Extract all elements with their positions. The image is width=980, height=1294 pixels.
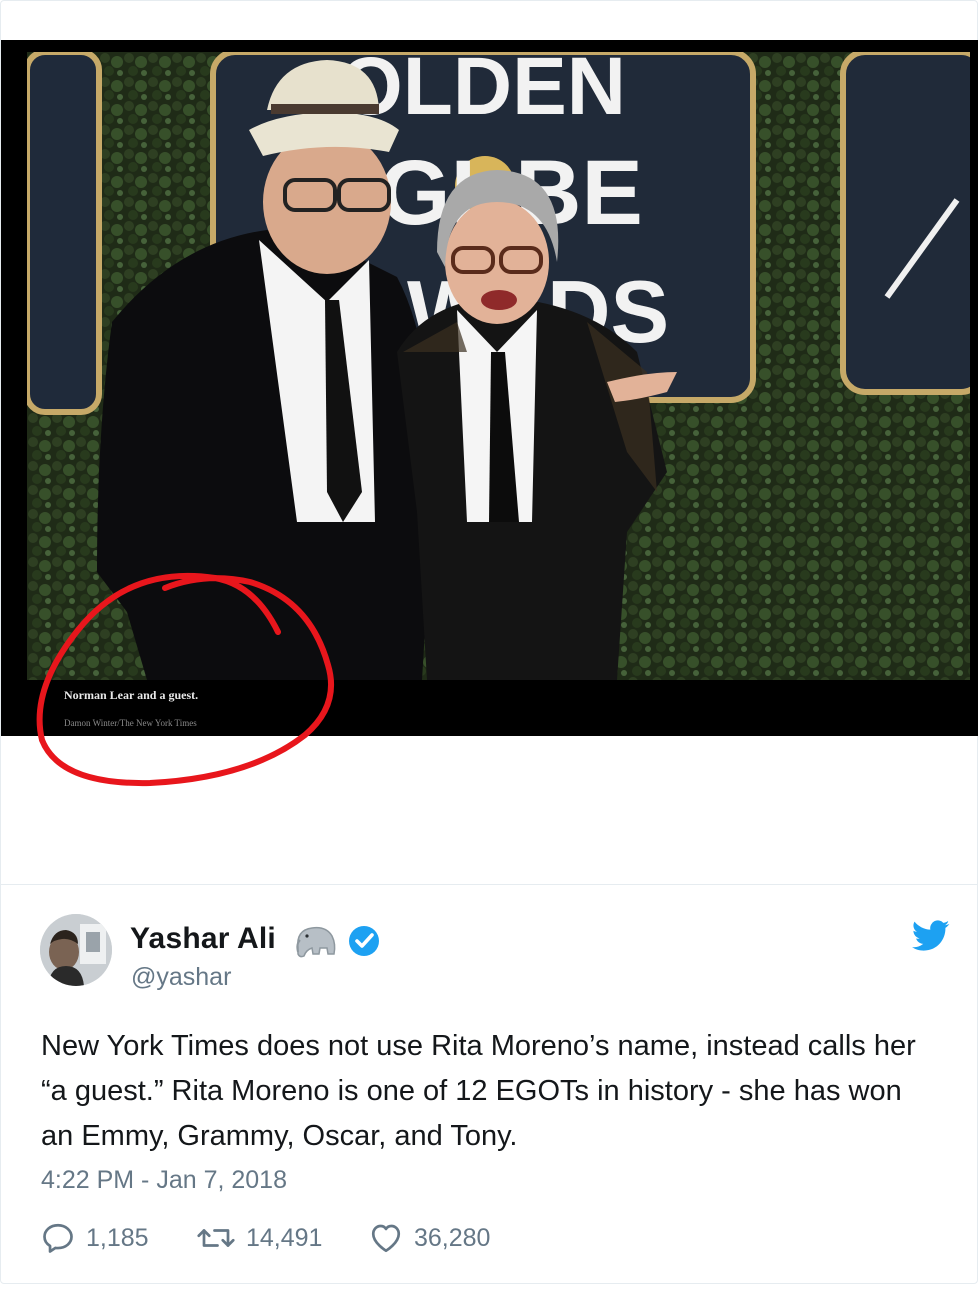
name-badges xyxy=(294,920,384,960)
tweet-photo[interactable]: OLDEN GL BE W DS xyxy=(1,40,978,736)
reply-count: 1,185 xyxy=(86,1223,149,1252)
photo-credit: Damon Winter/The New York Times xyxy=(64,718,197,728)
reply-button[interactable]: 1,185 xyxy=(40,1220,149,1256)
backdrop-letters: OLDEN xyxy=(339,52,626,132)
retweet-button[interactable]: 14,491 xyxy=(196,1220,322,1256)
heart-icon xyxy=(371,1224,401,1253)
like-button[interactable]: 36,280 xyxy=(368,1220,490,1256)
author-name[interactable]: Yashar Ali xyxy=(130,922,276,956)
photo-caption: Norman Lear and a guest. xyxy=(64,688,199,702)
tweet-text: New York Times does not use Rita Moreno’… xyxy=(41,1030,916,1152)
reply-icon xyxy=(43,1223,73,1253)
like-count: 36,280 xyxy=(414,1223,491,1252)
retweet-icon xyxy=(197,1229,235,1247)
tweet-timestamp[interactable]: 4:22 PM - Jan 7, 2018 xyxy=(41,1166,287,1195)
elephant-icon xyxy=(296,926,336,958)
section-divider xyxy=(1,884,977,885)
author-handle[interactable]: @yashar xyxy=(131,963,231,992)
author-avatar[interactable] xyxy=(40,914,112,986)
retweet-count: 14,491 xyxy=(246,1223,323,1252)
verified-badge-icon xyxy=(349,926,379,956)
twitter-bird-icon[interactable] xyxy=(912,920,950,957)
photo-scene: OLDEN GL BE W DS xyxy=(27,52,970,680)
